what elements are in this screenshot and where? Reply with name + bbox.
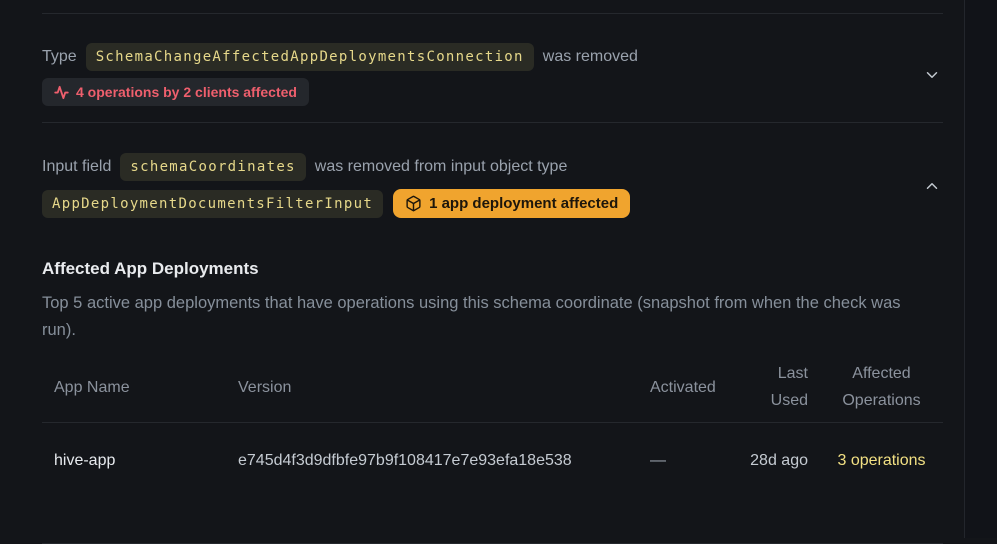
field-name-code-badge: schemaCoordinates [120,153,305,181]
section-divider [42,122,943,123]
last-used-cell: 28d ago [734,423,820,498]
change-prefix: Type [42,43,77,71]
app-deployment-affected-badge[interactable]: 1 app deployment affected [393,189,630,218]
chevron-down-icon [923,66,941,84]
operations-affected-label: 4 operations by 2 clients affected [76,83,297,101]
activity-icon [54,85,69,100]
change-row-type-removed: Type SchemaChangeAffectedAppDeploymentsC… [42,43,943,106]
top-divider [42,13,943,14]
change-suffix: was removed from input object type [315,153,568,181]
input-type-code-badge: AppDeploymentDocumentsFilterInput [42,190,383,218]
app-deployment-affected-label: 1 app deployment affected [429,193,618,214]
affected-deployments-title: Affected App Deployments [42,258,943,279]
table-header-row: App Name Version Activated Last Used Aff… [42,352,943,423]
change-row-input-field-removed: Input field schemaCoordinates was remove… [42,153,943,218]
package-icon [405,195,422,212]
affected-operations-cell: 3 operations [820,423,943,498]
expand-change-button[interactable] [921,64,943,86]
bottom-divider [42,543,943,544]
column-header-activated: Activated [638,352,734,423]
column-header-version: Version [226,352,638,423]
right-gutter [965,0,997,538]
activated-cell: — [638,423,734,498]
deployments-table: App Name Version Activated Last Used Aff… [42,352,943,498]
column-header-app-name: App Name [42,352,226,423]
column-header-affected-operations: Affected Operations [820,352,943,423]
change-suffix: was removed [543,43,638,71]
type-name-code-badge: SchemaChangeAffectedAppDeploymentsConnec… [86,43,534,71]
app-name-cell: hive-app [42,423,226,498]
change-summary: Input field schemaCoordinates was remove… [42,153,630,218]
affected-deployments-description: Top 5 active app deployments that have o… [42,290,924,344]
operations-affected-badge[interactable]: 4 operations by 2 clients affected [42,78,309,106]
column-header-last-used: Last Used [734,352,820,423]
table-row: hive-app e745d4f3d9dfbfe97b9f108417e7e93… [42,423,943,498]
schema-check-panel: Type SchemaChangeAffectedAppDeploymentsC… [0,0,965,538]
collapse-change-button[interactable] [921,175,943,197]
affected-operations-link[interactable]: 3 operations [836,447,928,474]
version-cell: e745d4f3d9dfbfe97b9f108417e7e93efa18e538 [226,423,638,498]
chevron-up-icon [923,177,941,195]
change-summary: Type SchemaChangeAffectedAppDeploymentsC… [42,43,638,106]
change-prefix: Input field [42,153,111,181]
